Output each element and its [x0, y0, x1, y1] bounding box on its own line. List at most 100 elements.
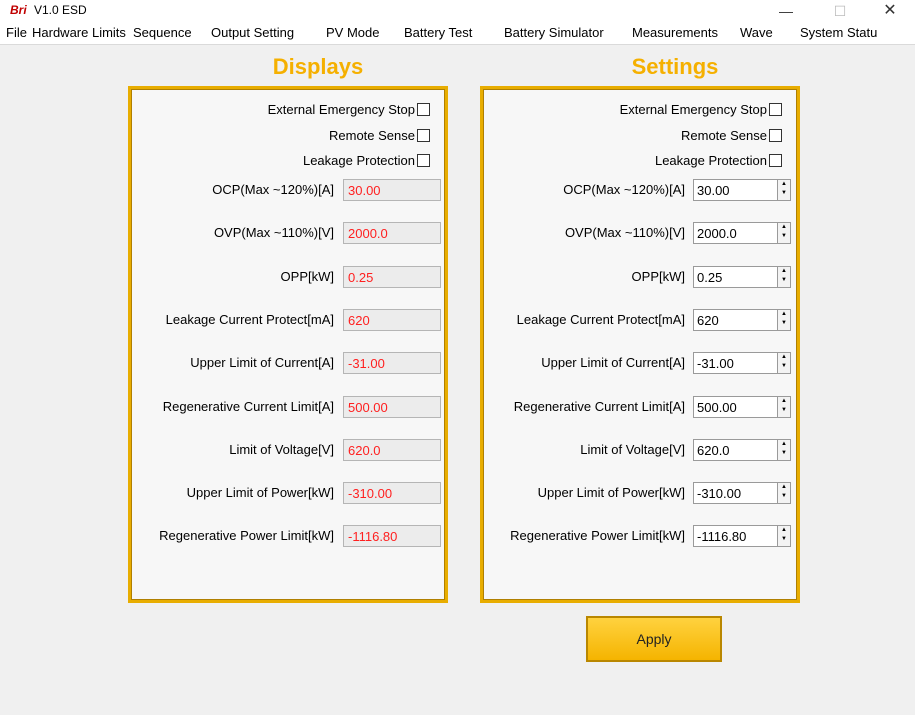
displays-remote-sense-checkbox[interactable]: [417, 129, 430, 142]
displays-field-row: Regenerative Power Limit[kW] -1116.80: [131, 525, 445, 548]
displays-leakage-current-protect-ma-label: Leakage Current Protect[mA]: [165, 311, 334, 327]
settings-ocp-max-120-a-input[interactable]: 30.00: [693, 179, 777, 201]
minimize-button[interactable]: —: [766, 0, 806, 22]
menu-battery-simulator[interactable]: Battery Simulator: [504, 25, 604, 40]
displays-field-row: Upper Limit of Current[A] -31.00: [131, 352, 445, 375]
displays-leakage-protection-label: Leakage Protection: [302, 153, 415, 168]
app-logo: Bri: [10, 3, 27, 17]
displays-heading: Displays: [272, 54, 364, 79]
displays-field-row: OCP(Max ~120%)[A] 30.00: [131, 179, 445, 201]
displays-field-row: Upper Limit of Power[kW] -310.00: [131, 482, 445, 505]
settings-opp-kw-label: OPP[kW]: [631, 268, 685, 284]
menu-file[interactable]: File: [6, 25, 27, 40]
settings-limit-of-voltage-v-input[interactable]: 620.0: [693, 438, 777, 461]
displays-upper-limit-of-current-a-label: Upper Limit of Current[A]: [190, 355, 334, 371]
settings-check-row: Leakage Protection: [483, 150, 797, 172]
settings-regenerative-power-limit-kw-label: Regenerative Power Limit[kW]: [510, 528, 685, 544]
menu-battery-test[interactable]: Battery Test: [404, 25, 472, 40]
displays-field-row: OVP(Max ~110%)[V] 2000.0: [131, 222, 445, 245]
settings-field-row: Limit of Voltage[V] 620.0 ▲ ▼: [483, 438, 797, 461]
menu-output-setting[interactable]: Output Setting: [211, 25, 294, 40]
menu-measurements[interactable]: Measurements: [632, 25, 718, 40]
settings-panel: External Emergency Stop Remote Sense Leaka…: [480, 86, 800, 603]
apply-button[interactable]: Apply: [586, 616, 722, 662]
settings-ocp-max-120-a-label: OCP(Max ~120%)[A]: [563, 182, 685, 197]
displays-external-emergency-stop-checkbox[interactable]: [417, 103, 430, 116]
settings-regenerative-power-limit-kw-spinner[interactable]: ▲ ▼: [777, 525, 791, 548]
displays-limit-of-voltage-v-value: 620.0: [343, 438, 441, 461]
settings-regenerative-current-limit-a-spinner[interactable]: ▲ ▼: [777, 395, 791, 418]
displays-field-row: OPP[kW] 0.25: [131, 265, 445, 288]
displays-check-row: External Emergency Stop: [131, 99, 445, 121]
settings-ocp-max-120-a-spinner[interactable]: ▲ ▼: [777, 179, 791, 201]
settings-leakage-current-protect-ma-spinner[interactable]: ▲ ▼: [777, 308, 791, 331]
displays-panel: External Emergency Stop Remote Sense Leaka…: [128, 86, 448, 603]
menu-wave[interactable]: Wave: [740, 25, 773, 40]
settings-field-row: Leakage Current Protect[mA] 620 ▲ ▼: [483, 308, 797, 331]
settings-upper-limit-of-power-kw-spinner[interactable]: ▲ ▼: [777, 482, 791, 505]
displays-regenerative-power-limit-kw-value: -1116.80: [343, 525, 441, 548]
settings-leakage-current-protect-ma-input[interactable]: 620: [693, 308, 777, 331]
settings-upper-limit-of-power-kw-input[interactable]: -310.00: [693, 482, 777, 505]
settings-regenerative-power-limit-kw-input[interactable]: -1116.80: [693, 525, 777, 548]
settings-ovp-max-110-v-input[interactable]: 2000.0: [693, 222, 777, 245]
settings-upper-limit-of-power-kw-label: Upper Limit of Power[kW]: [537, 485, 685, 501]
settings-field-row: OPP[kW] 0.25 ▲ ▼: [483, 265, 797, 288]
settings-limit-of-voltage-v-label: Limit of Voltage[V]: [580, 441, 685, 457]
displays-check-row: Leakage Protection: [131, 150, 445, 172]
settings-field-row: OVP(Max ~110%)[V] 2000.0 ▲ ▼: [483, 222, 797, 245]
settings-remote-sense-checkbox[interactable]: [769, 129, 782, 142]
settings-external-emergency-stop-label: External Emergency Stop: [619, 102, 767, 117]
displays-leakage-current-protect-ma-value: 620: [343, 308, 441, 331]
menu-system-status[interactable]: System Statu: [800, 25, 877, 40]
settings-upper-limit-of-current-a-spinner[interactable]: ▲ ▼: [777, 352, 791, 375]
settings-external-emergency-stop-checkbox[interactable]: [769, 103, 782, 116]
settings-leakage-protection-label: Leakage Protection: [654, 153, 767, 168]
displays-ocp-max-120-a-value: 30.00: [343, 179, 441, 201]
settings-check-row: External Emergency Stop: [483, 99, 797, 121]
settings-upper-limit-of-current-a-input[interactable]: -31.00: [693, 352, 777, 375]
displays-leakage-protection-checkbox[interactable]: [417, 154, 430, 167]
displays-regenerative-power-limit-kw-label: Regenerative Power Limit[kW]: [159, 528, 334, 544]
settings-heading: Settings: [631, 54, 719, 79]
displays-regenerative-current-limit-a-value: 500.00: [343, 395, 441, 418]
displays-ovp-max-110-v-label: OVP(Max ~110%)[V]: [213, 225, 334, 241]
displays-external-emergency-stop-label: External Emergency Stop: [267, 102, 415, 117]
maximize-button[interactable]: ☐: [820, 0, 860, 22]
menu-bar: File Hardware Limits Sequence Output Set…: [0, 22, 915, 45]
close-button[interactable]: ✕: [870, 0, 910, 22]
settings-check-row: Remote Sense: [483, 125, 797, 147]
displays-field-row: Regenerative Current Limit[A] 500.00: [131, 395, 445, 418]
settings-field-row: Regenerative Current Limit[A] 500.00 ▲ ▼: [483, 395, 797, 418]
settings-ovp-max-110-v-label: OVP(Max ~110%)[V]: [564, 225, 685, 241]
settings-field-row: Upper Limit of Current[A] -31.00 ▲ ▼: [483, 352, 797, 375]
settings-field-row: Regenerative Power Limit[kW] -1116.80 ▲ ▼: [483, 525, 797, 548]
displays-opp-kw-value: 0.25: [343, 265, 441, 288]
settings-regenerative-current-limit-a-label: Regenerative Current Limit[A]: [513, 398, 685, 414]
displays-check-row: Remote Sense: [131, 125, 445, 147]
settings-opp-kw-input[interactable]: 0.25: [693, 265, 777, 288]
settings-limit-of-voltage-v-spinner[interactable]: ▲ ▼: [777, 438, 791, 461]
displays-field-row: Limit of Voltage[V] 620.0: [131, 438, 445, 461]
settings-field-row: OCP(Max ~120%)[A] 30.00 ▲ ▼: [483, 179, 797, 201]
settings-regenerative-current-limit-a-input[interactable]: 500.00: [693, 395, 777, 418]
displays-upper-limit-of-current-a-value: -31.00: [343, 352, 441, 375]
settings-field-row: Upper Limit of Power[kW] -310.00 ▲ ▼: [483, 482, 797, 505]
menu-sequence[interactable]: Sequence: [133, 25, 192, 40]
title-bar: Bri V1.0 ESD — ☐ ✕: [0, 0, 915, 22]
window-title: V1.0 ESD: [34, 3, 87, 17]
displays-upper-limit-of-power-kw-label: Upper Limit of Power[kW]: [186, 485, 334, 501]
menu-hardware-limits[interactable]: Hardware Limits: [32, 25, 126, 40]
displays-ocp-max-120-a-label: OCP(Max ~120%)[A]: [212, 182, 334, 197]
displays-limit-of-voltage-v-label: Limit of Voltage[V]: [229, 441, 334, 457]
displays-upper-limit-of-power-kw-value: -310.00: [343, 482, 441, 505]
settings-leakage-current-protect-ma-label: Leakage Current Protect[mA]: [516, 311, 685, 327]
menu-pv-mode[interactable]: PV Mode: [326, 25, 379, 40]
displays-ovp-max-110-v-value: 2000.0: [343, 222, 441, 245]
displays-remote-sense-label: Remote Sense: [329, 128, 415, 143]
settings-remote-sense-label: Remote Sense: [681, 128, 767, 143]
settings-ovp-max-110-v-spinner[interactable]: ▲ ▼: [777, 222, 791, 245]
displays-field-row: Leakage Current Protect[mA] 620: [131, 308, 445, 331]
settings-opp-kw-spinner[interactable]: ▲ ▼: [777, 265, 791, 288]
settings-leakage-protection-checkbox[interactable]: [769, 154, 782, 167]
